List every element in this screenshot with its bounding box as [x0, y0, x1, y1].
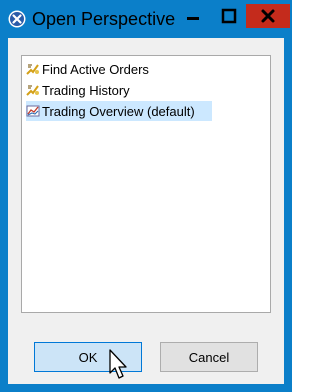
perspective-icon	[26, 85, 39, 96]
mouse-cursor-icon	[109, 349, 127, 379]
perspective-list[interactable]: Find Active Orders Trading History Tradi…	[21, 55, 271, 313]
list-item-find-active-orders[interactable]: Find Active Orders	[26, 59, 266, 79]
list-item-label: Find Active Orders	[42, 61, 149, 77]
list-item-trading-overview[interactable]: Trading Overview (default)	[26, 101, 212, 121]
maximize-button[interactable]	[212, 4, 246, 28]
minimize-icon	[187, 17, 199, 20]
close-icon	[261, 9, 275, 23]
list-item-label: Trading History	[42, 82, 130, 98]
list-item-label: Trading Overview (default)	[42, 103, 195, 119]
title-bar[interactable]: Open Perspective	[0, 0, 292, 38]
dialog-body: Find Active Orders Trading History Tradi…	[8, 38, 284, 384]
perspective-icon	[26, 64, 39, 75]
minimize-button[interactable]	[176, 4, 210, 28]
close-button[interactable]	[246, 4, 290, 28]
list-item-trading-history[interactable]: Trading History	[26, 80, 266, 100]
chart-icon	[26, 105, 40, 117]
window-title: Open Perspective	[32, 9, 176, 29]
maximize-icon	[221, 8, 237, 24]
cancel-button[interactable]: Cancel	[160, 342, 258, 372]
app-icon	[8, 10, 26, 28]
open-perspective-dialog: Open Perspective Find Active Orders Trad…	[0, 0, 292, 392]
